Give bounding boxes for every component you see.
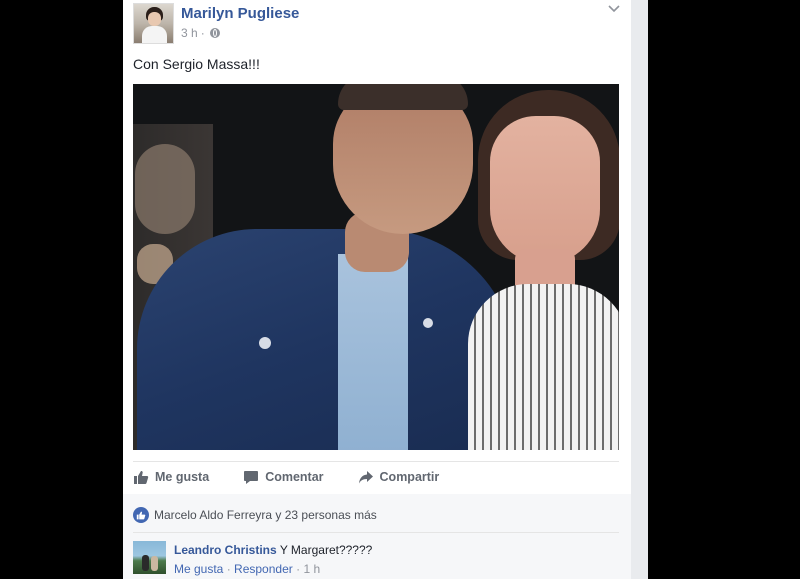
comment-reply-link[interactable]: Responder	[234, 562, 293, 576]
share-icon	[358, 470, 374, 485]
share-button[interactable]: Compartir	[358, 470, 440, 485]
comment-author[interactable]: Leandro Christins	[174, 543, 277, 557]
photo-bystander	[135, 144, 195, 234]
like-label: Me gusta	[155, 470, 210, 484]
post-photo[interactable]	[133, 84, 619, 450]
post-footer: Marcelo Aldo Ferreyra y 23 personas más …	[123, 494, 631, 579]
like-button[interactable]: Me gusta	[133, 470, 209, 485]
avatar-figure	[151, 556, 158, 571]
photo-man-shirt	[338, 254, 408, 450]
divider	[133, 532, 619, 533]
comment-like-link[interactable]: Me gusta	[174, 562, 223, 576]
globe-icon[interactable]	[209, 28, 220, 38]
post-time[interactable]: 3 h	[181, 26, 198, 40]
reactions-summary[interactable]: Marcelo Aldo Ferreyra y 23 personas más	[133, 507, 377, 523]
meta-separator: ·	[200, 26, 205, 40]
photo-woman-face	[490, 116, 600, 264]
avatar-body	[142, 26, 167, 43]
comment-button[interactable]: Comentar	[243, 470, 324, 485]
chevron-down-icon[interactable]	[607, 4, 621, 14]
post-actions: Me gusta Comentar Compartir	[133, 462, 619, 492]
comment-actions: Me gusta · Responder · 1 h	[174, 562, 320, 576]
photo-man-jacket	[137, 229, 517, 450]
commenter-avatar[interactable]	[133, 541, 166, 574]
like-badge-icon	[133, 507, 149, 523]
post-card: Marilyn Pugliese 3 h · Con Sergio Massa!…	[123, 0, 631, 579]
avatar-figure	[142, 555, 149, 571]
avatar-face	[148, 12, 161, 26]
page-scroll-gutter	[631, 0, 648, 579]
share-label: Compartir	[379, 470, 440, 484]
comment-icon	[243, 470, 259, 485]
reactions-text: Marcelo Aldo Ferreyra y 23 personas más	[154, 508, 377, 522]
comment-text: Y Margaret?????	[279, 543, 373, 557]
comment-label: Comentar	[265, 470, 324, 484]
photo-jacket-button	[259, 337, 271, 349]
photo-jacket-button	[423, 318, 433, 328]
comment: Leandro Christins Y Margaret?????	[174, 543, 372, 557]
photo-man-hair	[338, 84, 468, 110]
post-meta: 3 h ·	[181, 26, 220, 40]
comment-time[interactable]: 1 h	[303, 562, 320, 576]
like-icon	[133, 470, 149, 485]
author-avatar[interactable]	[133, 3, 174, 44]
post-text: Con Sergio Massa!!!	[133, 56, 260, 72]
comment-separator: ·	[226, 562, 231, 576]
author-name[interactable]: Marilyn Pugliese	[181, 5, 299, 22]
comment-separator: ·	[296, 562, 301, 576]
photo-woman-top	[468, 284, 619, 450]
